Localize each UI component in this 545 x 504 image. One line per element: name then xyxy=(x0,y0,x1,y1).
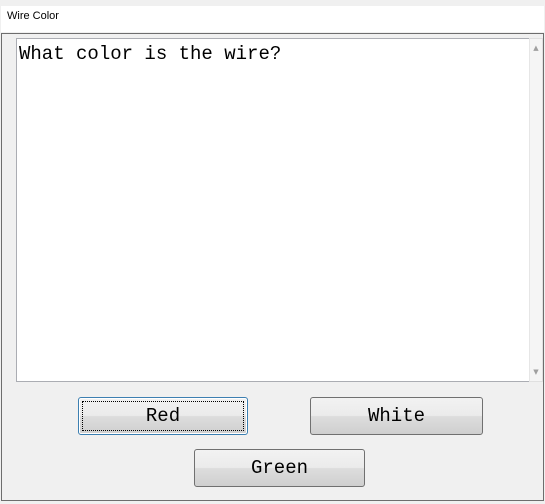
prompt-text-area[interactable]: What color is the wire? xyxy=(16,38,529,382)
vertical-scrollbar[interactable]: ▲ ▼ xyxy=(529,38,543,382)
window-title: Wire Color xyxy=(7,10,59,22)
title-bar xyxy=(1,6,544,32)
red-button[interactable]: Red xyxy=(78,397,248,435)
red-button-label: Red xyxy=(145,405,181,427)
green-button[interactable]: Green xyxy=(194,449,365,487)
green-button-label: Green xyxy=(250,457,308,479)
wire-color-window: Wire Color What color is the wire? ▲ ▼ R… xyxy=(0,0,545,504)
scroll-up-icon[interactable]: ▲ xyxy=(530,41,542,55)
white-button-label: White xyxy=(367,405,425,427)
scroll-down-icon[interactable]: ▼ xyxy=(530,365,542,379)
white-button[interactable]: White xyxy=(310,397,483,435)
